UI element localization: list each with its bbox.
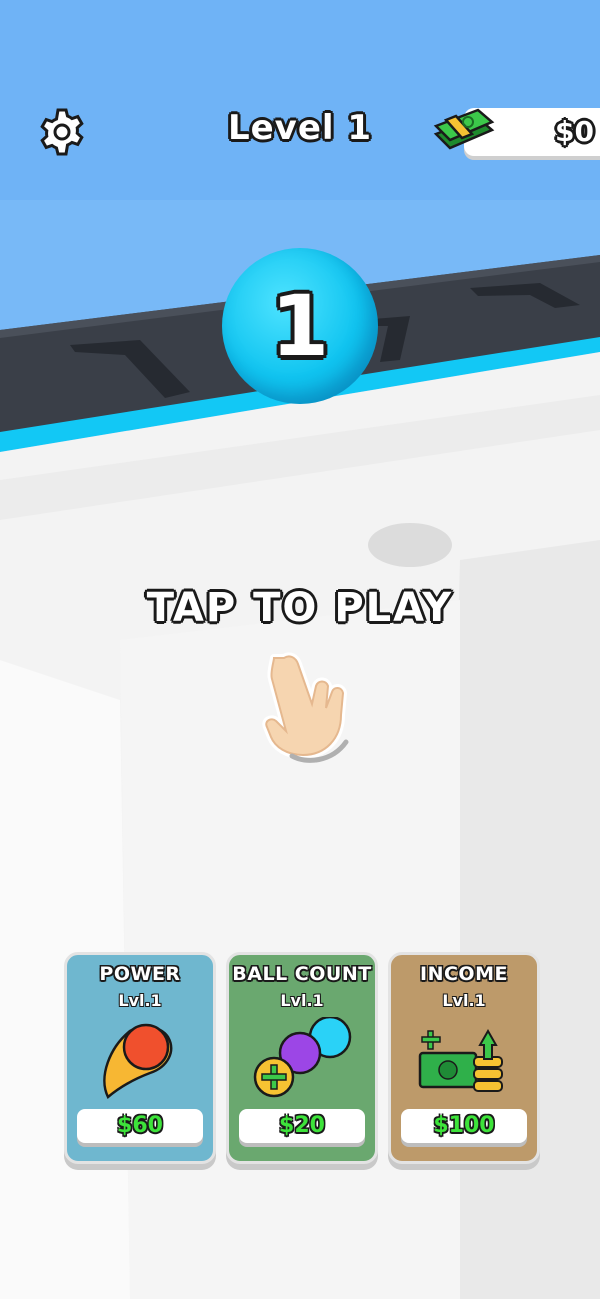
buy-power-button[interactable]: $60	[77, 1109, 203, 1143]
upgrade-title: INCOME	[420, 963, 508, 985]
tap-hand-icon	[262, 652, 349, 763]
upgrade-title: POWER	[99, 963, 181, 985]
money-value: $0	[555, 115, 594, 148]
ball-number: 1	[270, 277, 330, 375]
price-label: $60	[117, 1113, 163, 1138]
buy-ball-count-button[interactable]: $20	[239, 1109, 365, 1143]
income-cash-icon	[418, 1028, 503, 1092]
price-label: $100	[433, 1113, 495, 1138]
upgrade-card-power[interactable]: POWER Lvl.1 $60	[64, 952, 216, 1164]
add-balls-icon	[253, 1017, 352, 1098]
cash-stack-icon	[433, 108, 495, 150]
upgrade-title: BALL COUNT	[232, 963, 372, 985]
upgrade-level: Lvl.1	[442, 991, 486, 1010]
upgrade-card-ball-count[interactable]: BALL COUNT Lvl.1 $20	[226, 952, 378, 1164]
upgrade-card-income[interactable]: INCOME Lvl.1 $100	[388, 952, 540, 1164]
player-ball[interactable]: 1	[222, 248, 378, 404]
fireball-icon	[103, 1023, 173, 1099]
tap-to-play-label[interactable]: TAP TO PLAY	[0, 585, 600, 631]
buy-income-button[interactable]: $100	[401, 1109, 527, 1143]
price-label: $20	[279, 1113, 325, 1138]
upgrade-level: Lvl.1	[118, 991, 162, 1010]
upgrade-level: Lvl.1	[280, 991, 324, 1010]
